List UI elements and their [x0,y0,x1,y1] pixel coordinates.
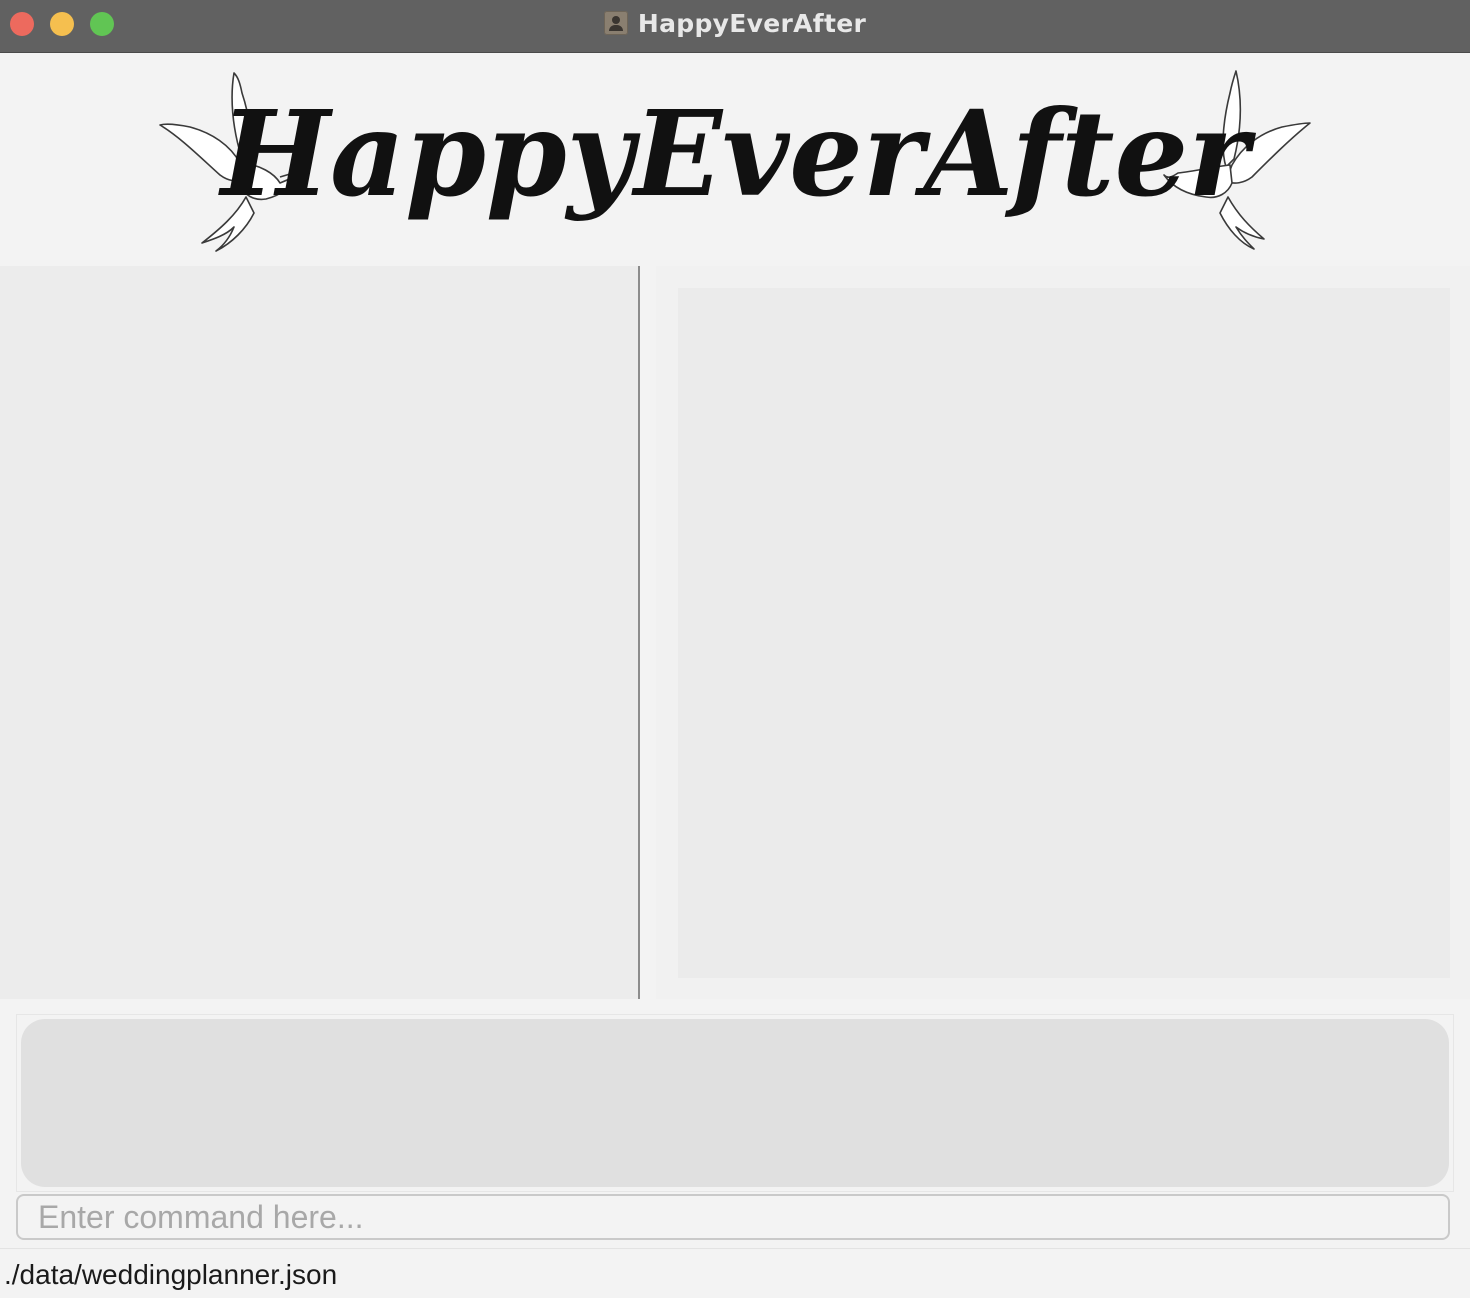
result-display [21,1019,1449,1187]
app-window: HappyEverAfter HappyEverAfter Enter comm… [0,0,1470,1298]
save-file-path: ./data/weddingplanner.json [4,1259,338,1290]
detail-view[interactable] [678,288,1450,978]
svg-text:HappyEverAfter: HappyEverAfter [218,84,1257,223]
app-logo: HappyEverAfter [159,70,1311,252]
title-bar[interactable]: HappyEverAfter [0,0,1470,53]
logo-title-text: HappyEverAfter [218,84,1257,223]
list-panel[interactable] [0,266,640,999]
banner: HappyEverAfter [0,53,1470,264]
window-title: HappyEverAfter [637,8,867,38]
status-bar: ./data/weddingplanner.json [0,1248,1470,1298]
detail-panel [656,266,1470,999]
title-group: HappyEverAfter [0,0,1470,46]
command-input[interactable] [16,1194,1450,1240]
result-display-frame [16,1014,1454,1192]
app-icon [603,11,628,35]
